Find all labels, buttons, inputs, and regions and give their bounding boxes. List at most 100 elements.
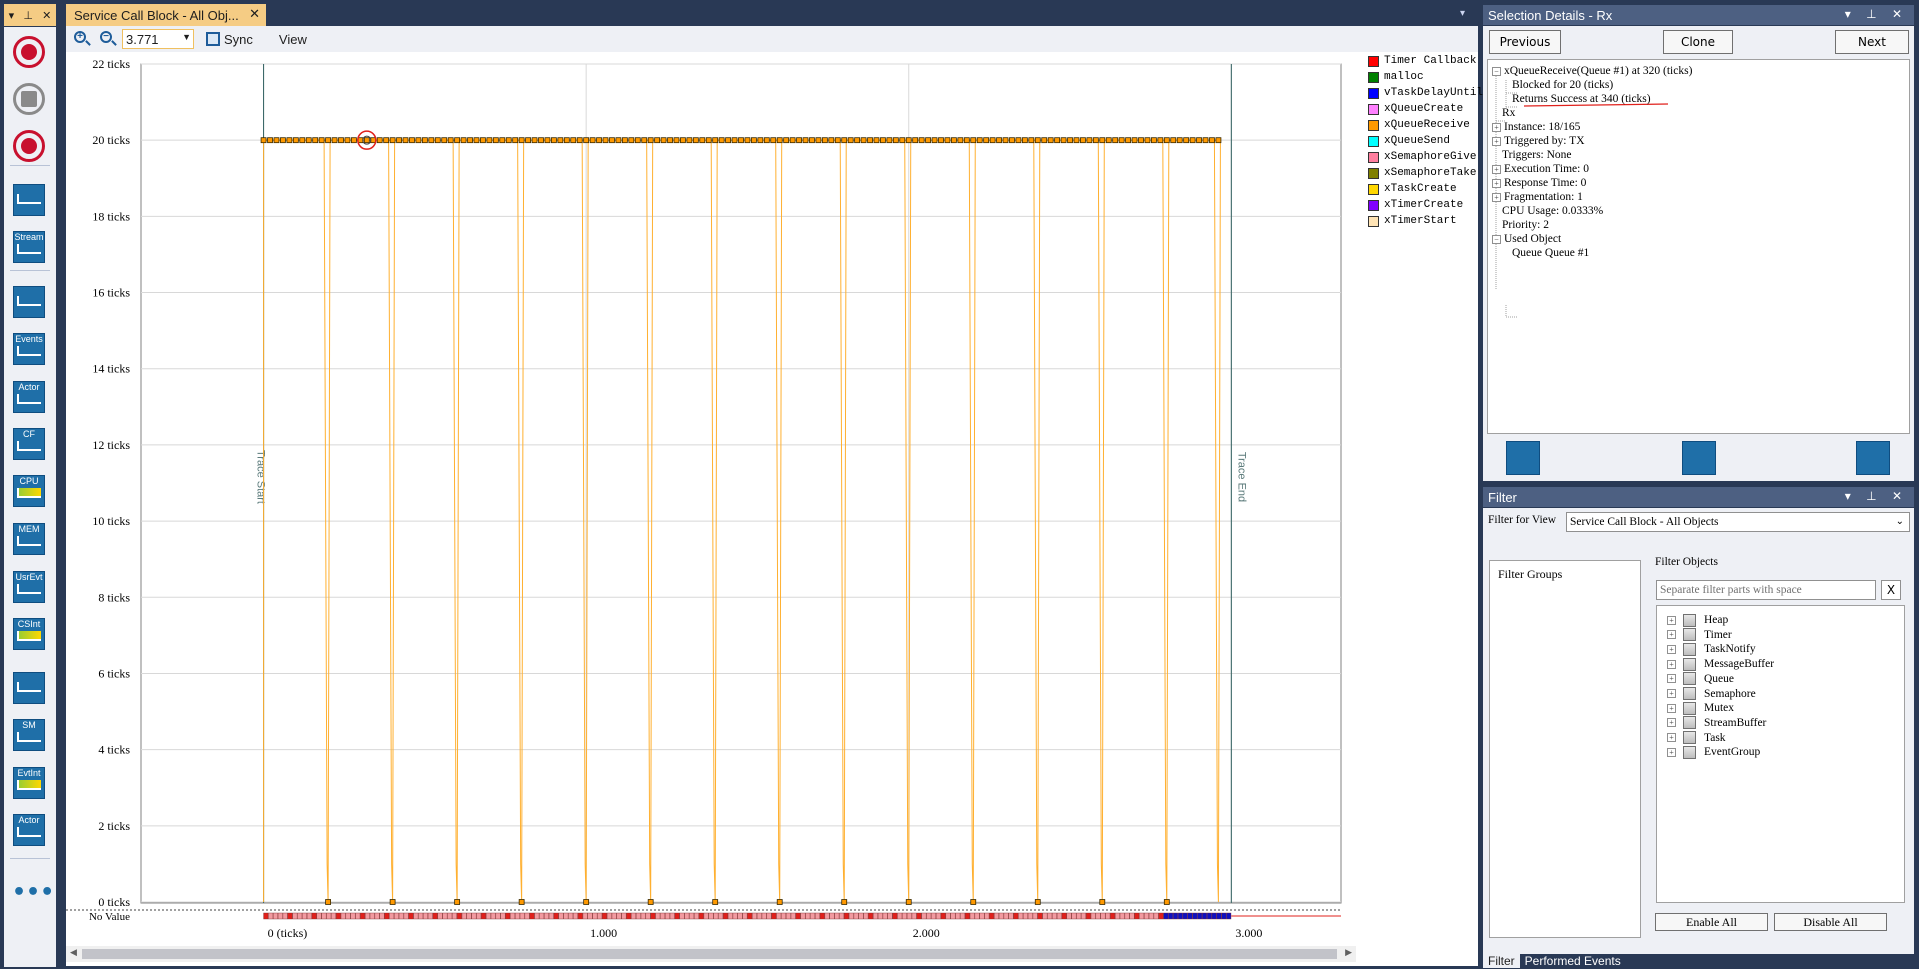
no-value-event[interactable] (694, 912, 699, 920)
no-value-event[interactable] (568, 912, 574, 920)
no-value-event[interactable] (1061, 912, 1067, 920)
disable-all-button[interactable]: Disable All (1774, 913, 1887, 931)
rx-point[interactable] (570, 137, 577, 144)
toolbar-button-context-switch-intensity[interactable]: CSInt (12, 617, 46, 651)
rx-point[interactable] (1073, 137, 1080, 144)
close-icon[interactable]: ✕ (249, 6, 260, 22)
toolbar-button-stream[interactable]: Stream (12, 230, 46, 264)
toolbar-button-memory[interactable]: MEM (12, 522, 46, 556)
rx-point[interactable] (1099, 137, 1106, 144)
chevron-down-icon[interactable]: ▼ (182, 32, 191, 42)
no-value-event[interactable] (471, 912, 477, 920)
next-button[interactable]: Next (1835, 30, 1909, 54)
tree-node[interactable]: + Fragmentation: 1 (1492, 190, 1583, 204)
tx-point[interactable] (1099, 899, 1106, 905)
rx-point[interactable] (1105, 137, 1112, 144)
rx-point[interactable] (1047, 137, 1054, 144)
rx-point[interactable] (1060, 137, 1067, 144)
rx-point[interactable] (834, 137, 841, 144)
no-value-event[interactable] (1168, 912, 1174, 920)
no-value-event[interactable] (1148, 912, 1154, 920)
no-value-event[interactable] (1153, 912, 1159, 920)
no-value-event[interactable] (476, 912, 482, 920)
no-value-event[interactable] (708, 912, 714, 920)
rx-point[interactable] (338, 137, 344, 144)
no-value-event[interactable] (887, 912, 893, 920)
rx-point[interactable] (1086, 137, 1093, 144)
no-value-event[interactable] (1052, 912, 1057, 920)
no-value-event[interactable] (481, 912, 487, 920)
tx-point[interactable] (1034, 899, 1041, 905)
rx-point[interactable] (505, 137, 512, 144)
rx-point[interactable] (686, 137, 693, 144)
no-value-event[interactable] (669, 912, 675, 920)
filter-object-item[interactable]: + Task (1667, 730, 1726, 746)
rx-point[interactable] (763, 137, 770, 144)
tree-node[interactable]: − xQueueReceive(Queue #1) at 320 (ticks) (1492, 64, 1692, 78)
rx-point[interactable] (815, 137, 822, 144)
no-value-event[interactable] (355, 912, 361, 920)
no-value-event[interactable] (950, 912, 956, 920)
expand-icon[interactable]: + (1667, 718, 1676, 728)
toolbar-button-trace-view[interactable] (12, 285, 46, 319)
no-value-event[interactable] (573, 912, 578, 920)
rx-point[interactable] (647, 137, 654, 144)
no-value-event[interactable] (432, 912, 438, 920)
tx-point[interactable] (841, 899, 848, 905)
no-value-event[interactable] (1032, 912, 1038, 920)
tree-node[interactable]: − Used Object (1492, 232, 1561, 246)
no-value-event[interactable] (587, 912, 593, 920)
no-value-event[interactable] (810, 912, 816, 920)
no-value-event[interactable] (1110, 912, 1116, 920)
no-value-event[interactable] (863, 912, 869, 920)
enable-all-button[interactable]: Enable All (1655, 913, 1768, 931)
rx-point[interactable] (673, 137, 680, 144)
legend-item[interactable]: xQueueSend (1368, 133, 1476, 149)
no-value-event[interactable] (1076, 912, 1082, 920)
rx-point[interactable] (776, 137, 783, 144)
toolbar-button-actor-instances[interactable]: Actor (12, 813, 46, 847)
rx-point[interactable] (609, 137, 615, 144)
toolbar-close-icon[interactable]: ✕ (42, 9, 51, 22)
rx-point[interactable] (383, 137, 390, 144)
expand-icon[interactable]: + (1667, 659, 1676, 669)
no-value-event[interactable] (379, 912, 385, 920)
tx-point[interactable] (454, 899, 461, 905)
tree-node[interactable]: Returns Success at 340 (ticks) (1512, 92, 1651, 106)
no-value-event[interactable] (539, 912, 545, 920)
filter-object-item[interactable]: + MessageBuffer (1667, 656, 1774, 672)
no-value-event[interactable] (844, 912, 849, 920)
filter-object-checkbox[interactable] (1683, 687, 1696, 700)
rx-point[interactable] (699, 137, 706, 144)
rx-point[interactable] (292, 137, 299, 144)
rx-point[interactable] (680, 137, 686, 144)
filter-object-checkbox[interactable] (1683, 628, 1696, 642)
rx-point[interactable] (1196, 137, 1202, 144)
rx-point[interactable] (576, 137, 583, 144)
filter-object-checkbox[interactable] (1683, 701, 1696, 715)
filter-object-item[interactable]: + Queue (1667, 671, 1734, 687)
no-value-event[interactable] (1173, 912, 1178, 920)
scroll-left-icon[interactable]: ◀ (70, 948, 77, 958)
no-value-event[interactable] (940, 912, 946, 920)
no-value-event[interactable] (394, 912, 399, 920)
toolbar-button-record[interactable] (12, 35, 46, 69)
no-value-event[interactable] (1095, 912, 1101, 920)
no-value-event[interactable] (1090, 912, 1096, 920)
rx-point[interactable] (596, 137, 602, 144)
rx-point[interactable] (1015, 137, 1022, 144)
no-value-event[interactable] (408, 912, 414, 920)
no-value-event[interactable] (926, 912, 932, 920)
no-value-event[interactable] (984, 912, 990, 920)
no-value-event[interactable] (752, 912, 757, 920)
rx-point[interactable] (1034, 137, 1041, 144)
no-value-event[interactable] (1071, 912, 1077, 920)
no-value-event[interactable] (514, 912, 520, 920)
no-value-event[interactable] (452, 912, 457, 920)
rx-point[interactable] (789, 137, 796, 144)
filter-view-select[interactable]: Service Call Block - All Objects ⌄ (1566, 512, 1910, 532)
rx-point[interactable] (705, 137, 712, 144)
no-value-event[interactable] (1139, 912, 1145, 920)
filter-object-checkbox[interactable] (1683, 657, 1696, 671)
no-value-event[interactable] (1037, 912, 1043, 920)
